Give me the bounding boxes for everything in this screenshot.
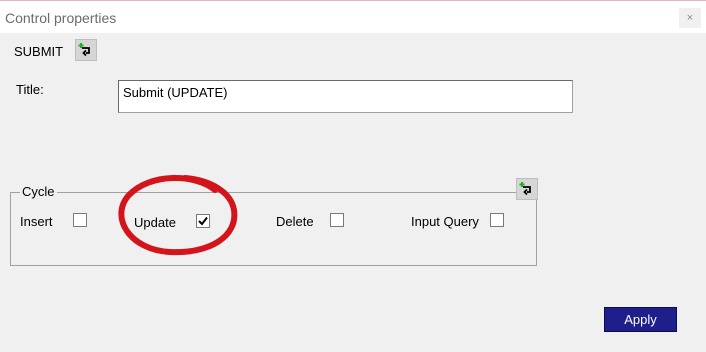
insert-checkbox[interactable] <box>73 213 87 227</box>
delete-checkbox[interactable] <box>330 213 344 227</box>
title-input[interactable]: Submit (UPDATE) <box>118 80 573 113</box>
insert-label: Insert <box>20 214 53 229</box>
cycle-link-button[interactable] <box>516 178 538 200</box>
control-name: SUBMIT <box>14 44 64 59</box>
checkmark-icon <box>198 216 208 226</box>
close-button[interactable]: × <box>679 8 701 28</box>
title-bar: Control properties × <box>0 1 706 33</box>
update-label: Update <box>134 215 176 230</box>
control-link-button[interactable] <box>75 39 97 61</box>
delete-label: Delete <box>276 214 314 229</box>
title-label: Title: <box>16 82 44 97</box>
cycle-legend: Cycle <box>20 184 57 199</box>
annotation-circle <box>118 174 238 256</box>
update-checkbox[interactable] <box>196 214 210 228</box>
apply-button[interactable]: Apply <box>604 307 677 332</box>
link-add-icon <box>78 43 90 57</box>
link-add-icon <box>519 182 531 196</box>
input-query-checkbox[interactable] <box>490 213 504 227</box>
window-title: Control properties <box>5 10 117 26</box>
cycle-groupbox <box>10 192 537 266</box>
input-query-label: Input Query <box>411 214 479 229</box>
